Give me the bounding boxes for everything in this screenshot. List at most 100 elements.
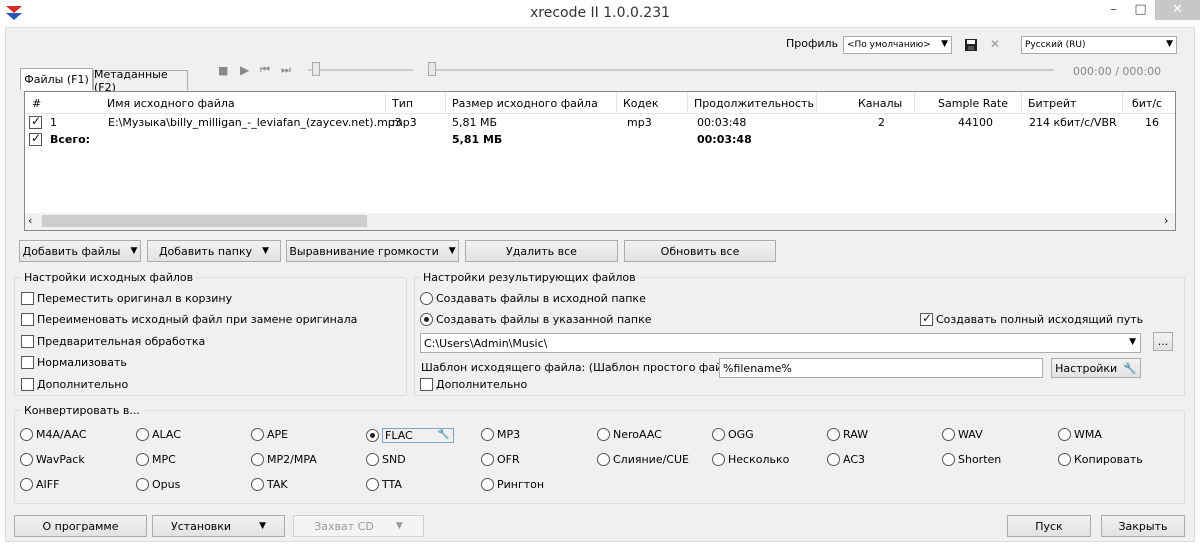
format-radio[interactable]: [251, 453, 264, 466]
format-radio[interactable]: [481, 428, 494, 441]
format-radio[interactable]: [251, 428, 264, 441]
play-icon[interactable]: ▶: [240, 63, 249, 77]
checkbox[interactable]: [420, 378, 433, 391]
add-files-button[interactable]: Добавить файлы ▼: [19, 240, 141, 262]
chevron-down-icon[interactable]: ▼: [1129, 337, 1136, 347]
format-option[interactable]: FLAC 🔧: [366, 428, 454, 443]
browse-button[interactable]: ...: [1153, 332, 1173, 351]
col-header-size[interactable]: Размер исходного файла: [452, 97, 598, 110]
format-option[interactable]: APE: [251, 428, 288, 441]
format-option[interactable]: MP3: [481, 428, 520, 441]
checkbox[interactable]: [21, 313, 34, 326]
format-option[interactable]: M4A/AAC: [20, 428, 87, 441]
checkbox[interactable]: [21, 378, 34, 391]
format-option[interactable]: MPC: [136, 453, 176, 466]
format-option[interactable]: Opus: [136, 478, 180, 491]
option-move-to-trash[interactable]: Переместить оригинал в корзину: [21, 292, 232, 305]
normalize-volume-button[interactable]: Выравнивание громкости ▼: [286, 240, 459, 262]
col-header-duration[interactable]: Продолжительность: [694, 97, 814, 110]
position-slider-handle[interactable]: [428, 62, 436, 76]
option-preprocessing[interactable]: Предварительная обработка: [21, 335, 205, 348]
volume-slider-handle[interactable]: [312, 62, 320, 76]
format-radio[interactable]: [597, 428, 610, 441]
col-header-filename[interactable]: Имя исходного файла: [107, 97, 235, 110]
radio[interactable]: [420, 313, 433, 326]
format-option[interactable]: RAW: [827, 428, 868, 441]
format-option[interactable]: OFR: [481, 453, 520, 466]
remove-all-button[interactable]: Удалить все: [465, 240, 618, 262]
format-radio[interactable]: [712, 428, 725, 441]
format-option[interactable]: OGG: [712, 428, 754, 441]
format-option[interactable]: Рингтон: [481, 478, 544, 491]
format-option[interactable]: WAV: [942, 428, 983, 441]
format-radio[interactable]: [942, 428, 955, 441]
option-rename-source[interactable]: Переименовать исходный файл при замене о…: [21, 313, 357, 326]
format-radio[interactable]: [136, 478, 149, 491]
col-header-type[interactable]: Тип: [392, 97, 413, 110]
template-field[interactable]: %filename%: [719, 358, 1043, 378]
format-option[interactable]: NeroAAC: [597, 428, 662, 441]
option-full-path[interactable]: Создавать полный исходящий путь: [920, 311, 1143, 326]
format-option[interactable]: AIFF: [20, 478, 59, 491]
radio-source-folder[interactable]: Создавать файлы в исходной папке: [420, 292, 646, 305]
format-option[interactable]: MP2/MPA: [251, 453, 317, 466]
settings-menu-button[interactable]: Установки ▼: [152, 515, 285, 537]
format-radio[interactable]: [481, 478, 494, 491]
col-header-bitrate[interactable]: Битрейт: [1028, 97, 1076, 110]
scroll-left-icon[interactable]: ‹: [28, 214, 32, 227]
radio-specified-folder[interactable]: Создавать файлы в указанной папке: [420, 313, 651, 326]
checkbox[interactable]: [21, 292, 34, 305]
close-button[interactable]: Закрыть: [1101, 515, 1185, 537]
format-radio[interactable]: [20, 428, 33, 441]
tab-metadata[interactable]: Метаданные (F2): [93, 68, 188, 94]
close-window-button[interactable]: ✕: [1155, 0, 1200, 20]
format-radio[interactable]: [481, 453, 494, 466]
format-option[interactable]: AC3: [827, 453, 865, 466]
format-radio[interactable]: [827, 453, 840, 466]
about-button[interactable]: О программе: [14, 515, 147, 537]
format-settings-wrench-icon[interactable]: 🔧: [437, 429, 449, 440]
files-table[interactable]: # Имя исходного файла Тип Размер исходно…: [24, 91, 1176, 231]
output-path-field[interactable]: C:\Users\Admin\Music\ ▼: [420, 333, 1141, 353]
next-icon[interactable]: ⏭: [281, 63, 291, 77]
option-normalize[interactable]: Нормализовать: [21, 356, 127, 369]
add-folder-button[interactable]: Добавить папку ▼: [147, 240, 281, 262]
format-option[interactable]: TAK: [251, 478, 288, 491]
previous-icon[interactable]: ⏮: [260, 63, 270, 77]
col-header-sample-rate[interactable]: Sample Rate: [938, 97, 1008, 110]
horizontal-scrollbar[interactable]: ‹ ›: [25, 213, 1175, 230]
stop-icon[interactable]: ■: [218, 64, 228, 77]
table-row[interactable]: 1 E:\Музыка\billy_milligan_-_leviafan_(z…: [25, 114, 1175, 131]
language-select[interactable]: Русский (RU) ▼: [1021, 36, 1177, 54]
format-option[interactable]: Shorten: [942, 453, 1001, 466]
format-radio[interactable]: [366, 453, 379, 466]
format-option[interactable]: Несколько: [712, 453, 789, 466]
col-header-channels[interactable]: Каналы: [858, 97, 902, 110]
format-radio[interactable]: [20, 453, 33, 466]
tab-files[interactable]: Файлы (F1): [20, 68, 93, 90]
format-option[interactable]: WMA: [1058, 428, 1102, 441]
option-additional-output[interactable]: Дополнительно: [420, 378, 527, 391]
minimize-button[interactable]: –: [1100, 0, 1127, 20]
format-option[interactable]: ALAC: [136, 428, 181, 441]
format-radio[interactable]: [366, 429, 379, 442]
volume-slider-track[interactable]: [308, 69, 413, 71]
save-profile-icon[interactable]: [964, 38, 978, 52]
checkbox[interactable]: [920, 311, 933, 326]
format-option[interactable]: SND: [366, 453, 406, 466]
format-radio[interactable]: [251, 478, 264, 491]
option-additional-source[interactable]: Дополнительно: [21, 378, 128, 391]
format-radio[interactable]: [366, 478, 379, 491]
checkbox[interactable]: [21, 356, 34, 369]
format-radio[interactable]: [597, 453, 610, 466]
format-option[interactable]: Слияние/CUE: [597, 453, 689, 466]
col-header-bits[interactable]: бит/с: [1132, 97, 1162, 110]
scrollbar-thumb[interactable]: [42, 215, 367, 227]
format-radio[interactable]: [712, 453, 725, 466]
scroll-right-icon[interactable]: ›: [1164, 214, 1168, 227]
col-header-num[interactable]: #: [32, 97, 41, 110]
format-option[interactable]: Копировать: [1058, 453, 1143, 466]
radio[interactable]: [420, 292, 433, 305]
delete-profile-icon[interactable]: ✕: [990, 37, 1000, 51]
checkbox[interactable]: [21, 335, 34, 348]
